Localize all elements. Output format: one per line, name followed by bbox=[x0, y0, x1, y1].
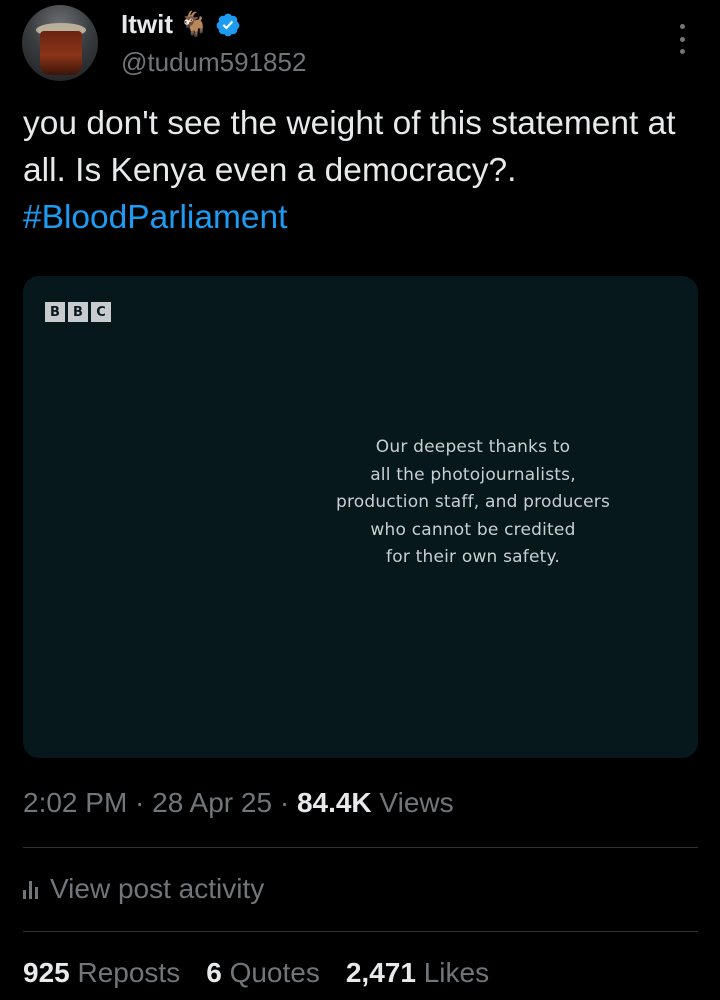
bbc-logo-letter: C bbox=[91, 302, 111, 322]
likes-count: 2,471 bbox=[345, 957, 416, 988]
bbc-logo-letter: B bbox=[45, 302, 65, 322]
reposts-count: 925 bbox=[23, 957, 70, 988]
goat-emoji-icon: 🐐 bbox=[179, 10, 209, 38]
verified-badge-icon bbox=[216, 13, 240, 36]
tweet-text: you don't see the weight of this stateme… bbox=[23, 100, 693, 241]
credits-line: Our deepest thanks to bbox=[375, 437, 571, 457]
meta-separator: · bbox=[127, 787, 153, 818]
hashtag-link[interactable]: #BloodParliament bbox=[23, 199, 287, 236]
views-count: 84.4K bbox=[296, 787, 372, 818]
view-post-activity-link[interactable]: View post activity bbox=[23, 873, 264, 905]
avatar-drink-glass bbox=[40, 31, 82, 75]
views-label: Views bbox=[371, 787, 454, 818]
divider bbox=[23, 847, 698, 848]
view-post-activity-label: View post activity bbox=[50, 873, 265, 904]
divider bbox=[23, 931, 698, 932]
quotes-count: 6 bbox=[206, 957, 222, 988]
bbc-logo-letter: B bbox=[68, 302, 88, 322]
quotes-stat[interactable]: 6 Quotes bbox=[206, 957, 320, 989]
reposts-stat[interactable]: 925 Reposts bbox=[23, 957, 180, 989]
credits-line: all the photojournalists, bbox=[370, 464, 576, 485]
likes-label: Likes bbox=[415, 957, 490, 988]
tweet-body: you don't see the weight of this stateme… bbox=[23, 105, 676, 189]
author-name-row[interactable]: Itwit 🐐 bbox=[121, 9, 241, 40]
quotes-label: Quotes bbox=[221, 957, 320, 988]
credits-line: for their own safety. bbox=[386, 547, 560, 567]
tweet-time[interactable]: 2:02 PM bbox=[23, 787, 127, 818]
more-options-icon[interactable] bbox=[674, 24, 690, 54]
analytics-icon bbox=[23, 879, 38, 899]
media-video[interactable]: B B C Our deepest thanks to all the phot… bbox=[23, 276, 698, 758]
author-display-name[interactable]: Itwit bbox=[121, 9, 173, 40]
engagement-stats: 925 Reposts 6 Quotes 2,471 Likes bbox=[23, 957, 489, 989]
credits-line: who cannot be credited bbox=[370, 519, 576, 540]
credits-line: production staff, and producers bbox=[335, 492, 611, 512]
reposts-label: Reposts bbox=[69, 957, 181, 988]
bbc-logo: B B C bbox=[45, 302, 111, 322]
author-handle[interactable]: @tudum591852 bbox=[121, 47, 306, 78]
avatar[interactable] bbox=[22, 5, 98, 81]
meta-separator: · bbox=[272, 787, 297, 818]
tweet-date[interactable]: 28 Apr 25 bbox=[152, 787, 272, 818]
likes-stat[interactable]: 2,471 Likes bbox=[346, 957, 489, 989]
tweet-metadata: 2:02 PM · 28 Apr 25 · 84.4K Views bbox=[23, 787, 454, 819]
media-credits-text: Our deepest thanks to all the photojourn… bbox=[273, 434, 673, 572]
